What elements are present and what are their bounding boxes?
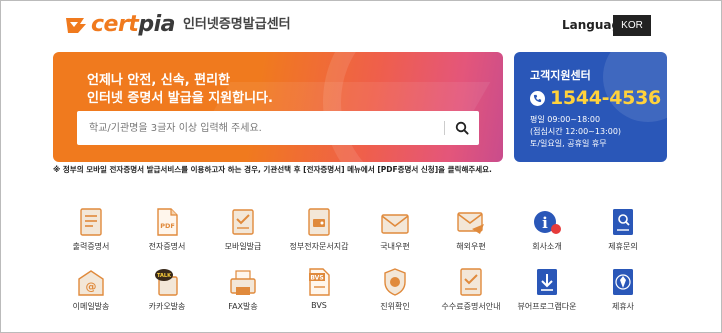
search-icon (455, 121, 469, 135)
menu-kakao-send[interactable]: TALK 카카오발송 (131, 265, 203, 323)
menu-partnership-inquiry[interactable]: 제휴문의 (587, 205, 659, 263)
menu-label: 모바일발급 (224, 242, 262, 251)
domestic-mail-icon (381, 214, 409, 234)
certpia-logo[interactable]: certpia 인터넷증명발급센터 (64, 14, 291, 36)
menu-label: 회사소개 (532, 242, 562, 251)
support-hours-lunch: (점심시간 12:00~13:00) (530, 127, 622, 136)
menu-label: 정부전자문서지갑 (289, 242, 349, 251)
svg-text:TALK: TALK (157, 273, 172, 279)
menu-authenticity-check[interactable]: 진위확인 (359, 265, 431, 323)
menu-label: FAX발송 (228, 302, 258, 311)
mobile-certificate-notice: ※ 정부의 모바일 전자증명서 발급서비스를 이용하고자 하는 경우, 기관선택… (53, 165, 492, 174)
pdf-document-icon: PDF (157, 208, 178, 236)
svg-text:@: @ (86, 280, 97, 293)
mobile-issue-icon (232, 209, 254, 235)
menu-label: 카카오발송 (148, 302, 186, 311)
institution-search-input[interactable] (77, 111, 444, 145)
menu-bvs[interactable]: BVS BVS (283, 265, 355, 323)
overseas-mail-icon (457, 212, 484, 234)
phone-icon (530, 90, 545, 106)
svg-text:i: i (542, 214, 548, 232)
menu-label: 제휴문의 (608, 242, 638, 251)
menu-viewer-download[interactable]: 뷰어프로그램다운 (511, 265, 583, 323)
hero-banner: 언제나 안전, 신속, 편리한 인터넷 증명서 발급을 지원합니다. (53, 52, 503, 162)
logo-pia-text: pia (138, 12, 175, 37)
menu-domestic-mail[interactable]: 국내우편 (359, 205, 431, 263)
partnership-icon (613, 209, 633, 235)
hero-headline-2: 인터넷 증명서 발급을 지원합니다. (87, 91, 273, 106)
fax-icon (230, 270, 256, 295)
service-menu-grid: 출력증명서 PDF 전자증명서 모바일발급 정부전자문서지갑 국내우편 해외우편… (55, 205, 665, 325)
logo-subtitle: 인터넷증명발급센터 (182, 17, 291, 32)
verify-icon (384, 268, 406, 296)
support-hours-weekday: 평일 09:00~18:00 (530, 115, 601, 124)
language-select-button[interactable]: KOR (613, 15, 651, 36)
printed-certificate-icon (80, 208, 102, 236)
viewer-download-icon (537, 269, 557, 295)
gov-wallet-icon (308, 208, 330, 236)
menu-gov-wallet[interactable]: 정부전자문서지갑 (283, 205, 355, 263)
menu-fax-send[interactable]: FAX발송 (207, 265, 279, 323)
menu-label: 제휴사 (611, 302, 635, 311)
menu-email-send[interactable]: @ 이메일발송 (55, 265, 127, 323)
search-box (77, 111, 479, 145)
search-button[interactable] (445, 111, 479, 145)
support-title: 고객지원센터 (530, 69, 591, 82)
menu-mobile-issue[interactable]: 모바일발급 (207, 205, 279, 263)
menu-partners[interactable]: 제휴사 (587, 265, 659, 323)
svg-text:PDF: PDF (160, 222, 175, 230)
menu-label: 해외우편 (456, 242, 486, 251)
logo-cert-text: cert (91, 12, 139, 37)
menu-label: 국내우편 (380, 242, 410, 251)
menu-fee-certificate-guide[interactable]: 수수료증명서안내 (435, 265, 507, 323)
menu-electronic-certificate[interactable]: PDF 전자증명서 (131, 205, 203, 263)
menu-overseas-mail[interactable]: 해외우편 (435, 205, 507, 263)
menu-label: 진위확인 (380, 302, 410, 311)
menu-label: 전자증명서 (148, 242, 186, 251)
email-icon: @ (78, 270, 104, 296)
hero-headline-1: 언제나 안전, 신속, 편리한 (87, 73, 231, 88)
hero-circle-decoration (323, 52, 503, 162)
header: certpia 인터넷증명발급센터 Language KOR (0, 0, 722, 48)
svg-text:BVS: BVS (310, 275, 323, 282)
kakao-talk-icon: TALK (155, 269, 178, 296)
customer-support-panel: 고객지원센터 1544-4536 평일 09:00~18:00 (점심시간 12… (514, 52, 667, 162)
menu-company-info[interactable]: i 회사소개 (511, 205, 583, 263)
menu-label: 수수료증명서안내 (441, 302, 501, 311)
bvs-icon: BVS (309, 268, 330, 296)
menu-label: 뷰어프로그램다운 (517, 302, 577, 311)
support-hours-closed: 토/일요일, 공휴일 휴무 (530, 139, 607, 148)
menu-label: BVS (311, 301, 327, 310)
logo-mark-icon (66, 18, 86, 33)
fee-guide-icon (460, 268, 482, 296)
support-phone-number[interactable]: 1544-4536 (550, 87, 661, 109)
menu-printed-certificate[interactable]: 출력증명서 (55, 205, 127, 263)
partners-icon (613, 269, 633, 295)
menu-label: 출력증명서 (72, 242, 110, 251)
menu-label: 이메일발송 (72, 302, 110, 311)
company-info-icon: i (534, 211, 561, 234)
